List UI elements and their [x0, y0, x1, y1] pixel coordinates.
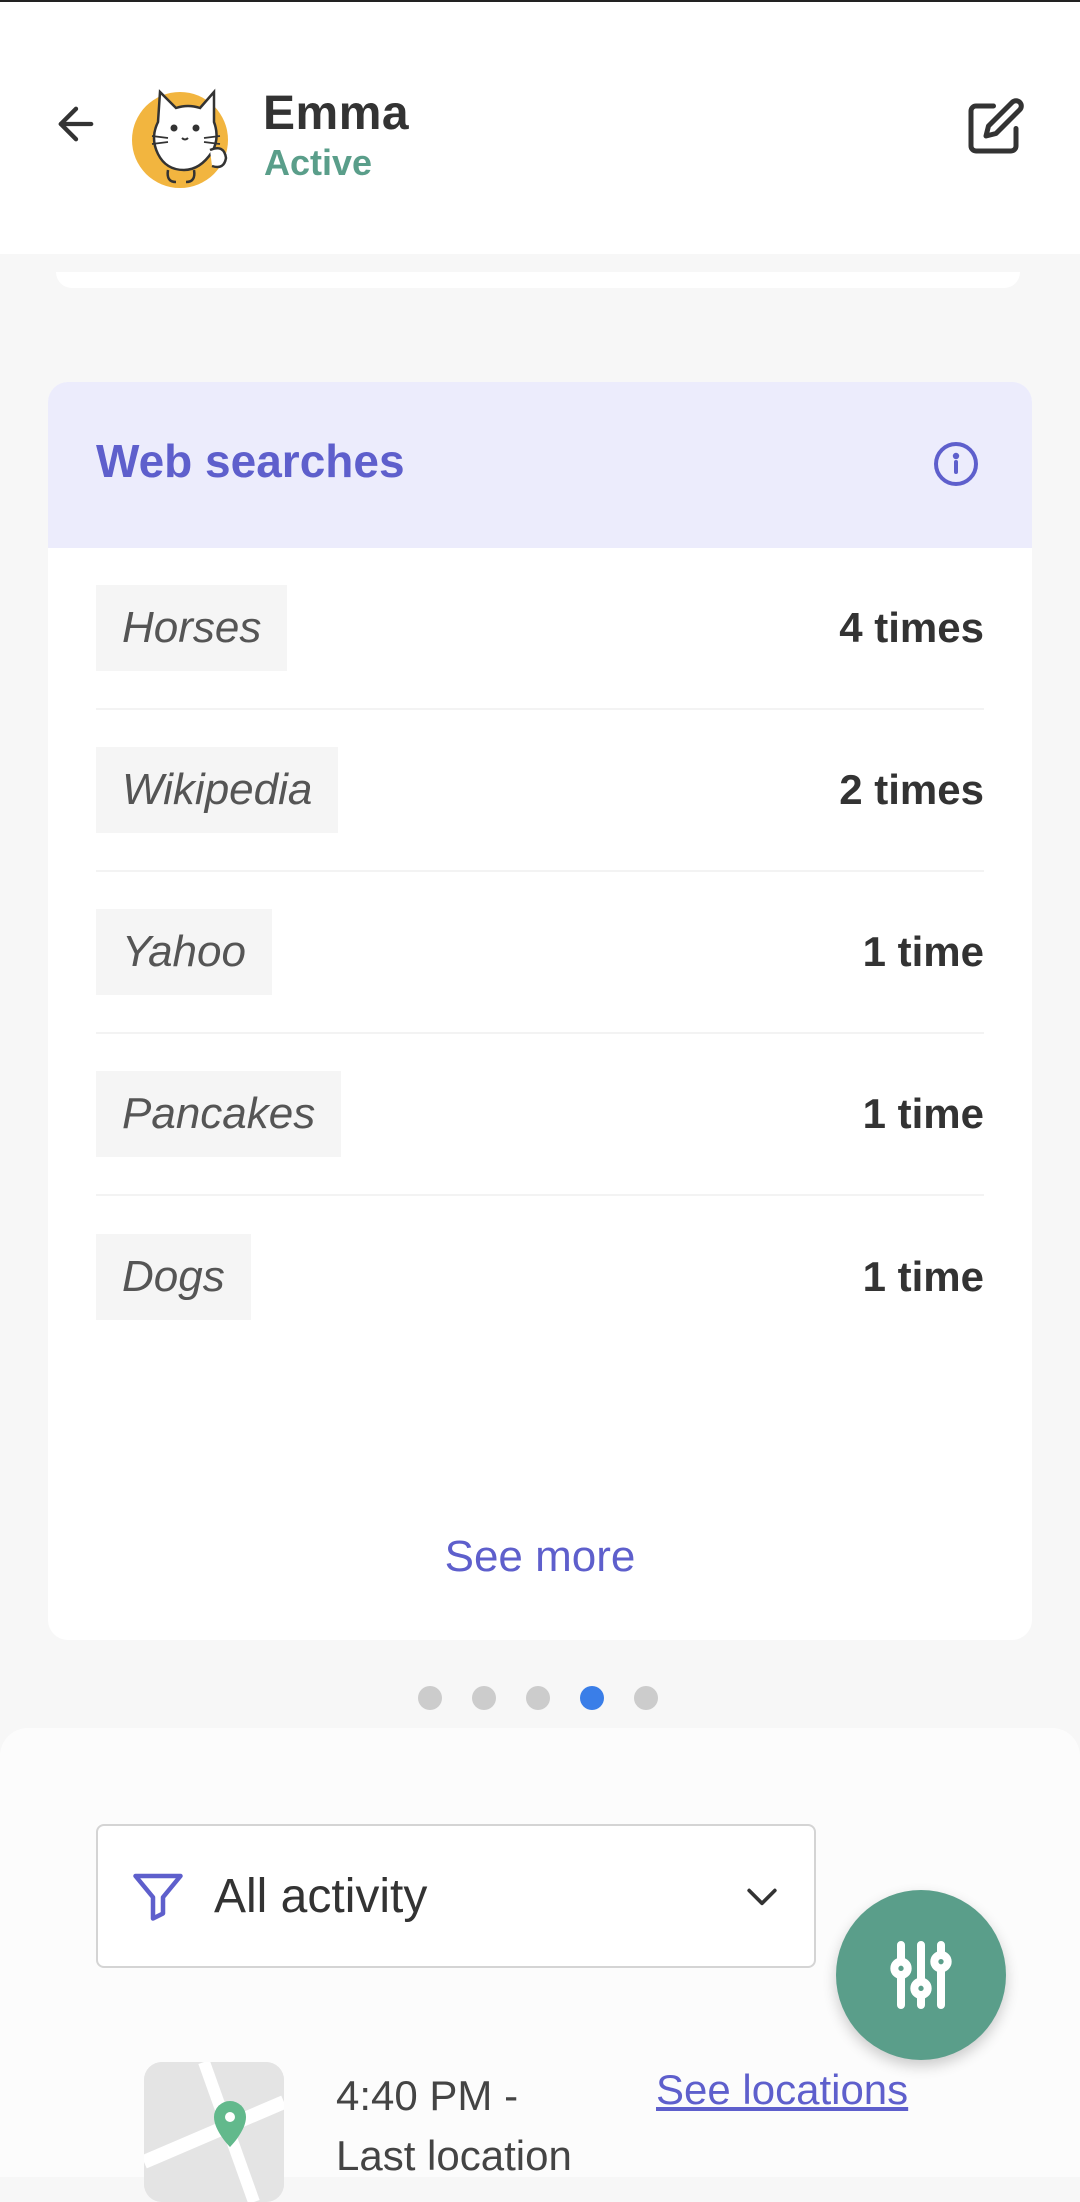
- pagination-dot-active[interactable]: [580, 1686, 604, 1710]
- list-item: Pancakes 1 time: [96, 1034, 984, 1196]
- location-map-thumbnail[interactable]: [144, 2062, 284, 2202]
- profile-header: Emma Active: [0, 2, 1080, 254]
- back-button[interactable]: [46, 94, 106, 154]
- activity-filter-dropdown[interactable]: All activity: [96, 1824, 816, 1968]
- avatar: [128, 78, 240, 190]
- search-count: 1 time: [862, 1090, 984, 1137]
- filter-icon: [133, 1873, 183, 1921]
- carousel-pagination: [418, 1686, 658, 1710]
- list-item: Wikipedia 2 times: [96, 710, 984, 872]
- edit-button[interactable]: [964, 94, 1028, 158]
- sliders-icon: [890, 1941, 952, 2009]
- pagination-dot[interactable]: [472, 1686, 496, 1710]
- pagination-dot[interactable]: [526, 1686, 550, 1710]
- see-more-link[interactable]: See more: [48, 1532, 1032, 1582]
- pagination-dot[interactable]: [634, 1686, 658, 1710]
- card-header: Web searches: [48, 382, 1032, 548]
- search-count: 4 times: [839, 604, 984, 651]
- info-icon: [934, 442, 978, 486]
- chevron-down-icon: [747, 1888, 777, 1906]
- edit-icon: [968, 98, 1024, 154]
- filter-label: All activity: [214, 1869, 428, 1923]
- see-locations-link[interactable]: See locations: [656, 2066, 908, 2114]
- web-searches-card: Web searches Horses 4 times Wikipedia 2 …: [48, 382, 1032, 1640]
- location-description: Last location: [336, 2132, 572, 2179]
- search-list: Horses 4 times Wikipedia 2 times Yahoo 1…: [96, 548, 984, 1358]
- search-count: 2 times: [839, 766, 984, 813]
- search-term: Pancakes: [96, 1071, 342, 1157]
- pagination-dot[interactable]: [418, 1686, 442, 1710]
- profile-status: Active: [264, 142, 373, 183]
- settings-fab[interactable]: [836, 1890, 1006, 2060]
- list-item: Dogs 1 time: [96, 1196, 984, 1358]
- search-term: Dogs: [96, 1234, 251, 1320]
- search-term: Horses: [96, 585, 288, 671]
- card-title: Web searches: [96, 435, 405, 487]
- search-term: Yahoo: [96, 909, 272, 995]
- location-time: 4:40 PM - Last location: [336, 2066, 572, 2186]
- search-count: 1 time: [862, 1253, 984, 1300]
- arrow-left-icon: [58, 106, 94, 142]
- search-count: 1 time: [862, 928, 984, 975]
- search-term: Wikipedia: [96, 747, 339, 833]
- profile-name: Emma: [263, 87, 410, 140]
- list-item: Yahoo 1 time: [96, 872, 984, 1034]
- info-button[interactable]: [932, 440, 980, 488]
- location-time-line: 4:40 PM -: [336, 2072, 519, 2119]
- list-item: Horses 4 times: [96, 548, 984, 710]
- previous-card-edge: [56, 272, 1020, 288]
